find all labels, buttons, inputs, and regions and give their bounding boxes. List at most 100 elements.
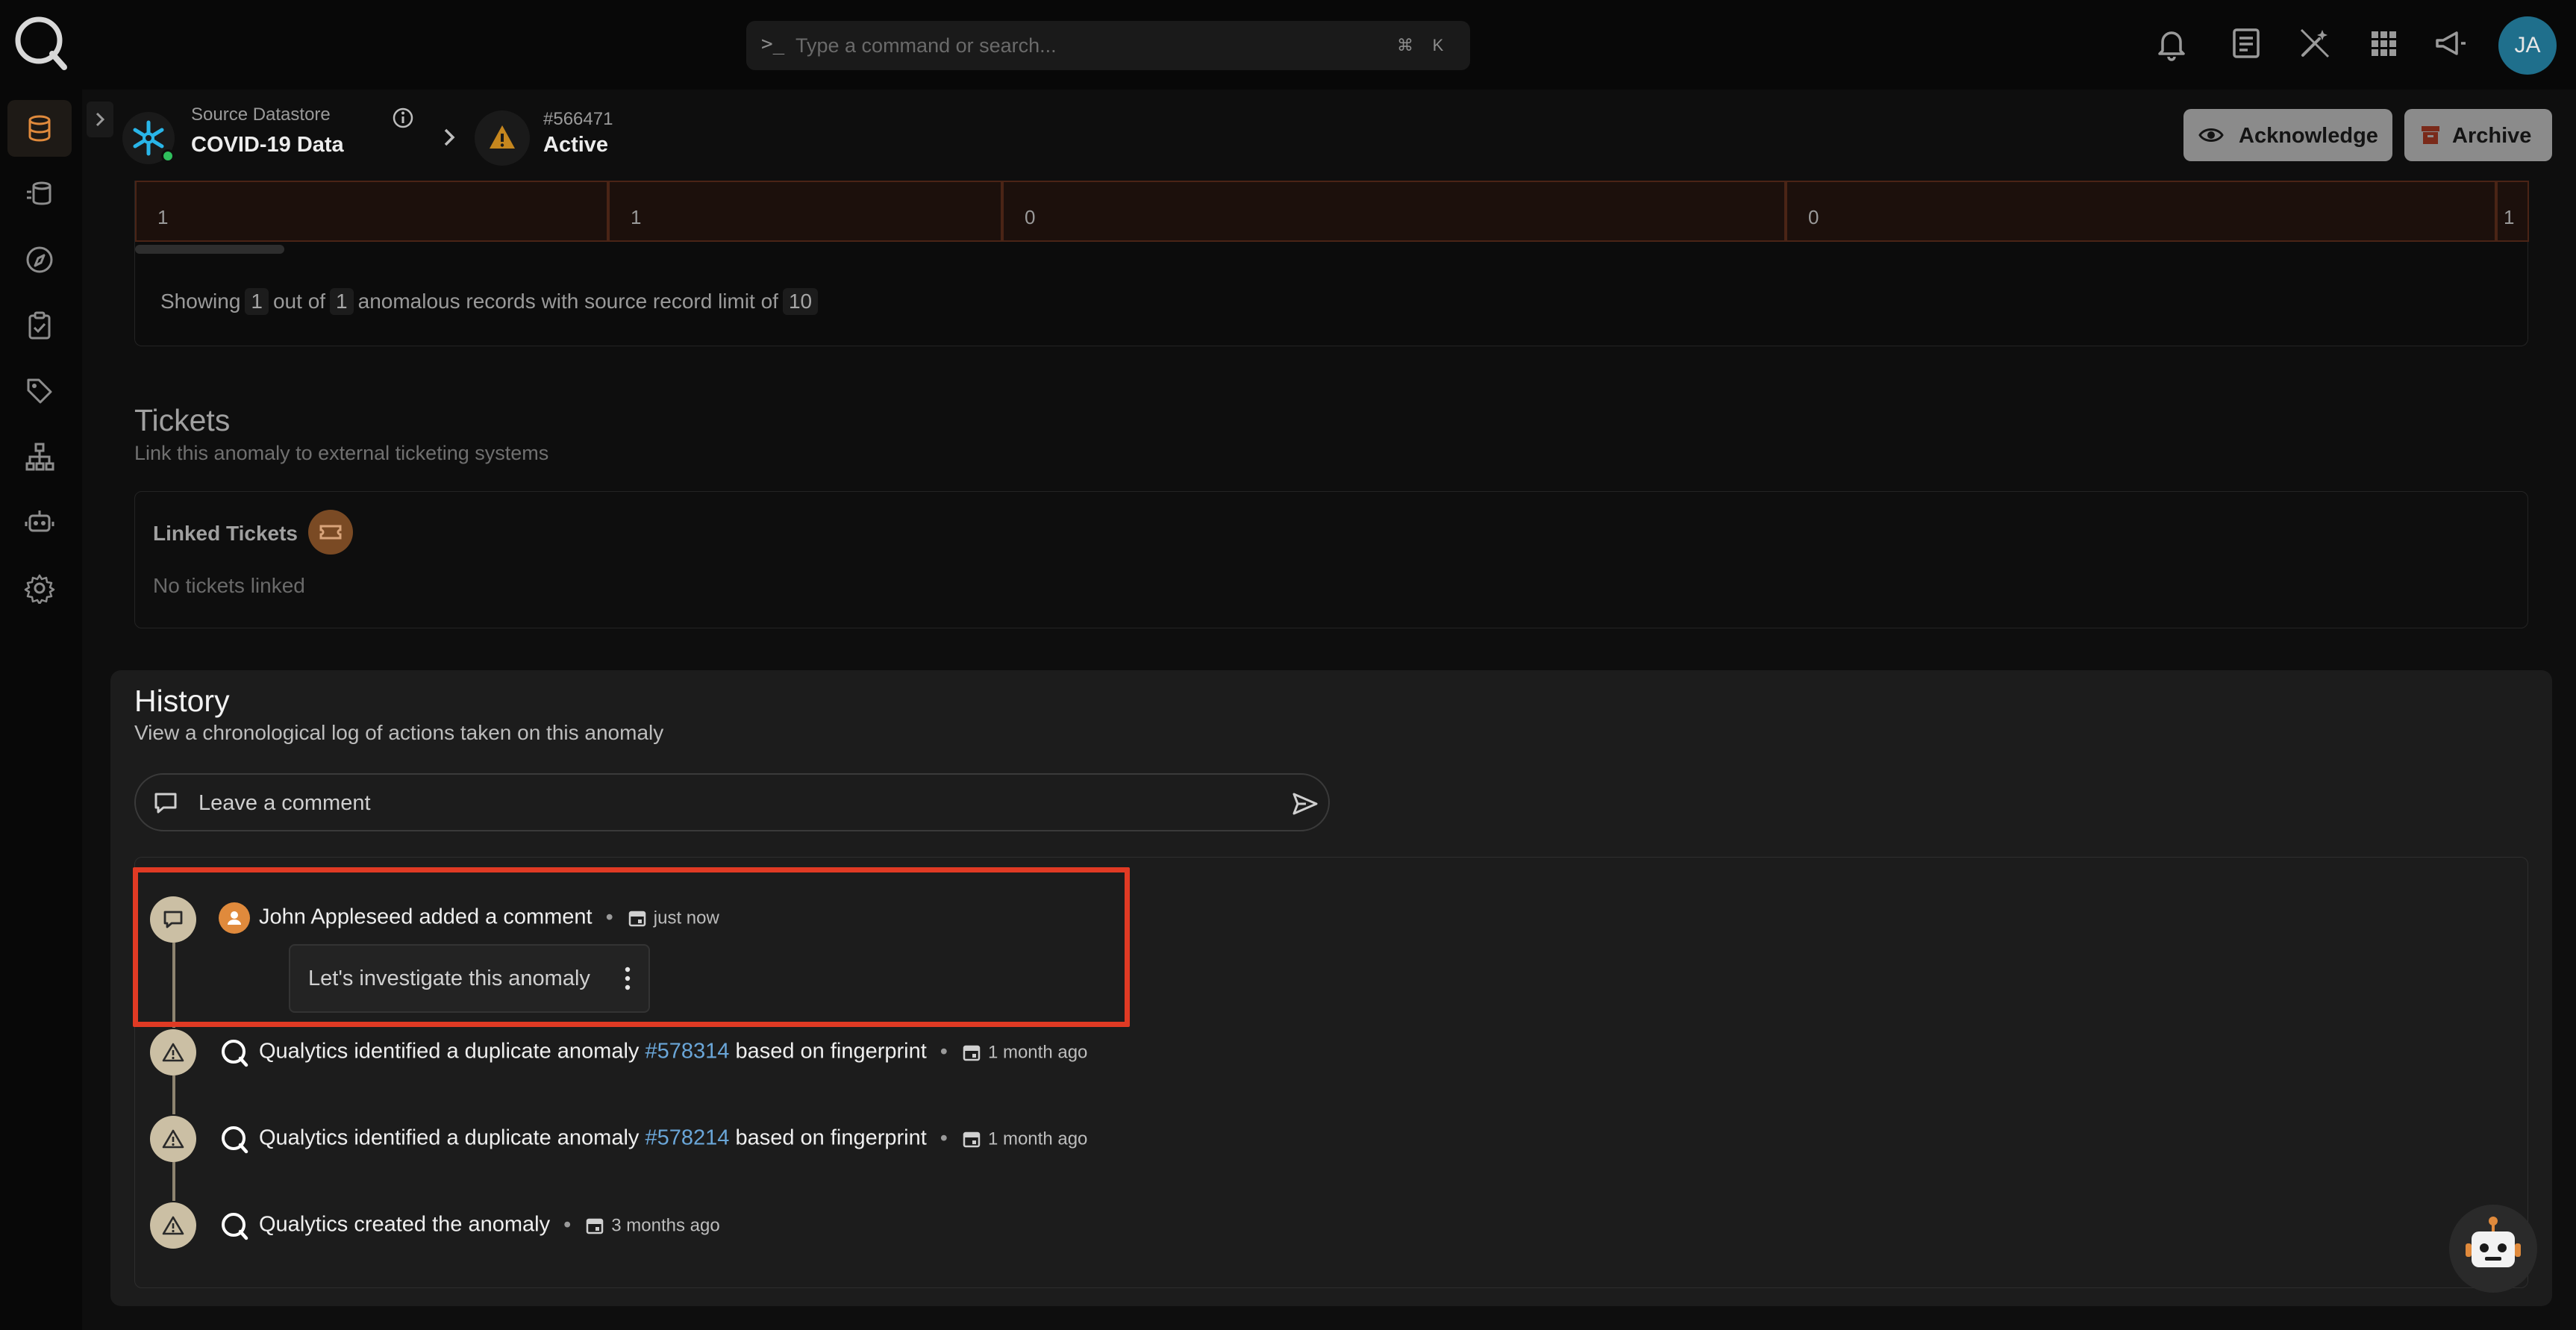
- warning-event-icon: [150, 1029, 196, 1075]
- connection-status-dot: [161, 149, 175, 163]
- datastore-name[interactable]: COVID-19 Data: [191, 133, 344, 157]
- event-time: 1 month ago: [987, 1128, 1088, 1149]
- qualytics-logo-icon: [222, 1040, 248, 1067]
- qualytics-logo-icon: [222, 1213, 248, 1240]
- top-bar: >_ Type a command or search... ⌘ K JA: [0, 0, 2576, 90]
- qualytics-logo-icon: [222, 1126, 248, 1154]
- timeline-connector: [172, 1075, 175, 1114]
- robot-icon: [25, 511, 54, 532]
- search-placeholder: Type a command or search...: [795, 34, 1057, 57]
- table-cell: 0: [1786, 181, 2496, 242]
- timeline-connector: [172, 1162, 175, 1201]
- event-action: identified a duplicate anomaly: [354, 1039, 640, 1064]
- command-key-icon: ⌘: [1397, 36, 1413, 54]
- tickets-section: Tickets Link this anomaly to external ti…: [110, 388, 2552, 645]
- event-actor: Qualytics: [259, 1212, 348, 1237]
- tickets-subtitle: Link this anomaly to external ticketing …: [134, 442, 549, 464]
- nav-datastores[interactable]: [7, 100, 72, 157]
- calendar-icon: [963, 1131, 981, 1148]
- acknowledge-button[interactable]: Acknowledge: [2183, 109, 2392, 161]
- warning-event-icon: [150, 1116, 196, 1162]
- database-stack-icon: [27, 181, 51, 205]
- info-icon[interactable]: [391, 106, 415, 130]
- calendar-icon: [587, 1218, 604, 1234]
- qualytics-logo-icon[interactable]: [10, 12, 70, 72]
- calendar-icon: [628, 911, 646, 927]
- anomaly-header: Source Datastore COVID-19 Data #566471 A…: [104, 90, 2567, 181]
- apps-grid-icon[interactable]: [2363, 22, 2404, 64]
- history-event: John Appleseed added a comment • just now: [219, 902, 719, 935]
- nav-flows[interactable]: [7, 428, 72, 485]
- comment-event-icon: [150, 896, 196, 943]
- no-tickets-text: No tickets linked: [153, 574, 305, 597]
- event-time: 1 month ago: [987, 1042, 1088, 1063]
- history-event: Qualytics created the anomaly • 3 months a…: [219, 1210, 720, 1243]
- history-event: Qualytics identified a duplicate anomaly…: [219, 1123, 1087, 1156]
- send-icon[interactable]: [1291, 790, 1319, 818]
- archive-icon: [2422, 126, 2439, 144]
- user-avatar[interactable]: JA: [2498, 16, 2557, 75]
- anomaly-link[interactable]: #578214: [645, 1126, 729, 1150]
- nav-tags[interactable]: [7, 363, 72, 419]
- more-options-icon[interactable]: [619, 964, 637, 993]
- comment-input[interactable]: [198, 788, 1228, 818]
- nav-checks[interactable]: [7, 297, 72, 354]
- anomaly-link[interactable]: #578314: [645, 1040, 729, 1064]
- datastore-label: Source Datastore: [191, 104, 331, 125]
- archive-button[interactable]: Archive: [2404, 109, 2552, 161]
- linked-tickets-label: Linked Tickets: [153, 522, 298, 545]
- bell-icon[interactable]: [2151, 22, 2192, 64]
- separator-dot: •: [605, 905, 613, 929]
- history-timeline: John Appleseed added a comment • just now …: [134, 857, 2528, 1288]
- event-action: added a comment: [419, 905, 593, 929]
- nav-explore[interactable]: [7, 231, 72, 288]
- event-action: created the anomaly: [354, 1212, 551, 1237]
- robot-icon: [2466, 1217, 2521, 1267]
- left-nav-rail: [0, 90, 82, 1330]
- comment-box[interactable]: [134, 773, 1330, 831]
- nav-containers[interactable]: [7, 166, 72, 222]
- comment-icon: [154, 793, 177, 814]
- megaphone-icon[interactable]: [2430, 22, 2472, 64]
- horizontal-scrollbar[interactable]: [135, 245, 284, 254]
- tickets-title: Tickets: [134, 403, 231, 437]
- linked-tickets-card: Linked Tickets No tickets linked: [134, 491, 2528, 628]
- anomaly-status: Active: [543, 133, 609, 157]
- breadcrumb-chevron-icon: [444, 128, 455, 146]
- anomaly-warning-icon: [475, 110, 530, 166]
- user-avatar-icon: [219, 902, 250, 934]
- event-suffix: based on fingerprint: [735, 1039, 927, 1064]
- anomaly-id: #566471: [543, 109, 613, 129]
- history-section: History View a chronological log of acti…: [110, 670, 2552, 1306]
- magic-wand-off-icon[interactable]: [2294, 22, 2336, 64]
- event-action: identified a duplicate anomaly: [354, 1125, 640, 1150]
- terminal-icon: >_: [761, 33, 785, 55]
- calendar-icon: [963, 1045, 981, 1061]
- ticket-icon[interactable]: [308, 510, 353, 555]
- shortcut-key: K: [1432, 36, 1444, 54]
- database-icon: [28, 115, 51, 142]
- event-suffix: based on fingerprint: [735, 1125, 927, 1150]
- event-time: just now: [653, 908, 719, 928]
- hierarchy-icon: [25, 443, 54, 471]
- eye-icon: [2198, 128, 2224, 142]
- assistant-bot-button[interactable]: [2449, 1205, 2537, 1293]
- compass-icon: [26, 246, 53, 273]
- history-event: Qualytics identified a duplicate anomaly…: [219, 1037, 1087, 1070]
- nav-settings[interactable]: [7, 560, 72, 616]
- table-cell: 1: [2496, 181, 2529, 242]
- event-actor: John Appleseed: [259, 905, 413, 929]
- nav-agents[interactable]: [7, 494, 72, 551]
- history-title: History: [134, 684, 230, 718]
- table-cell: 0: [1002, 181, 1786, 242]
- tag-icon: [27, 378, 52, 404]
- document-list-icon[interactable]: [2225, 22, 2267, 64]
- command-search-bar[interactable]: >_ Type a command or search... ⌘ K: [746, 21, 1470, 70]
- event-time: 3 months ago: [611, 1215, 720, 1236]
- comment-bubble: Let's investigate this anomaly: [289, 944, 650, 1013]
- table-cell: 1: [135, 181, 608, 242]
- history-subtitle: View a chronological log of actions take…: [134, 721, 664, 744]
- event-actor: Qualytics: [259, 1039, 348, 1064]
- records-summary: Showing 1 out of 1 anomalous records with so…: [160, 288, 822, 315]
- warning-event-icon: [150, 1202, 196, 1249]
